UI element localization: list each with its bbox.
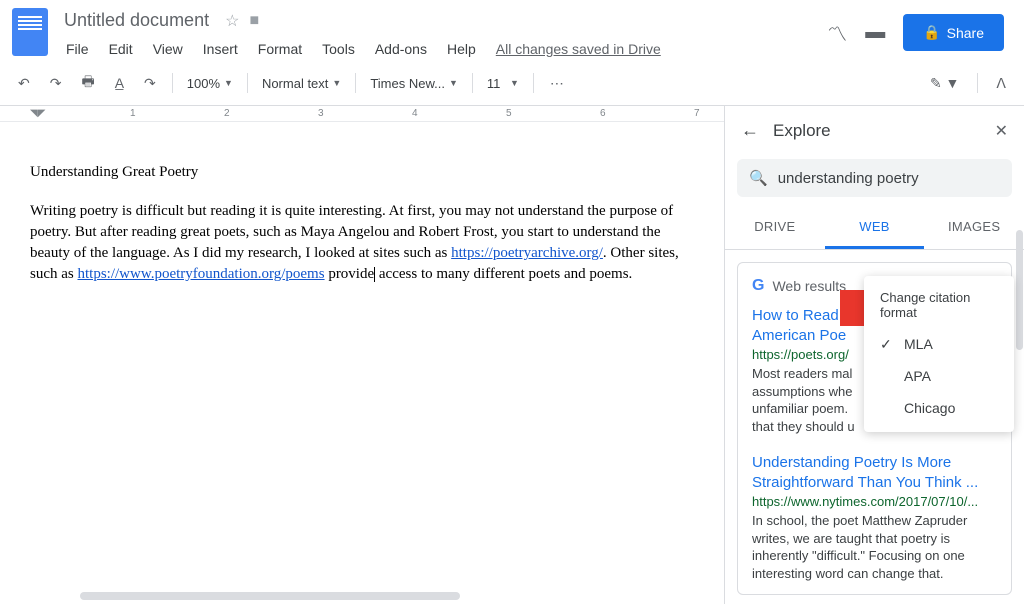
explore-search-input[interactable] xyxy=(778,170,1000,187)
collapse-toolbar-button[interactable]: ᐱ xyxy=(988,69,1014,98)
edit-mode-button[interactable]: ✎ ▼ xyxy=(922,69,967,98)
tab-web[interactable]: WEB xyxy=(825,207,925,249)
print-button[interactable]: 🖶 xyxy=(73,65,102,101)
lock-icon: 🔒 xyxy=(923,24,940,41)
explore-search-box[interactable]: 🔍 xyxy=(737,159,1012,197)
horizontal-scrollbar[interactable] xyxy=(80,592,460,600)
paint-format-button[interactable]: ↷ xyxy=(136,69,164,98)
menu-help[interactable]: Help xyxy=(439,37,484,61)
result-title[interactable]: Understanding Poetry Is More Straightfor… xyxy=(752,453,997,492)
activity-trend-icon[interactable]: 〽 xyxy=(827,18,847,47)
vertical-scrollbar[interactable] xyxy=(1016,230,1023,350)
zoom-dropdown[interactable]: 100%▼ xyxy=(181,72,239,95)
redo-button[interactable]: ↷ xyxy=(42,69,70,98)
tab-drive[interactable]: DRIVE xyxy=(725,207,825,249)
explore-tabs: DRIVE WEB IMAGES xyxy=(725,207,1024,250)
citation-option-mla[interactable]: MLA xyxy=(864,328,1014,360)
explore-panel: ← Explore ✕ 🔍 DRIVE WEB IMAGES G Web res… xyxy=(724,106,1024,604)
document-title[interactable]: Untitled document xyxy=(58,8,215,33)
citation-format-menu: Change citation format MLA APA Chicago xyxy=(864,276,1014,432)
menu-edit[interactable]: Edit xyxy=(101,37,141,61)
comments-icon[interactable]: ▬ xyxy=(865,21,885,44)
share-button[interactable]: 🔒 Share xyxy=(903,14,1004,51)
explore-back-icon[interactable]: ← xyxy=(741,120,759,141)
result-snippet: In school, the poet Matthew Zapruder wri… xyxy=(752,512,997,582)
menu-tools[interactable]: Tools xyxy=(314,37,363,61)
citation-option-chicago[interactable]: Chicago xyxy=(864,392,1014,424)
doc-link-2[interactable]: https://www.poetryfoundation.org/poems xyxy=(78,266,325,282)
menu-insert[interactable]: Insert xyxy=(195,37,246,61)
star-icon[interactable]: ☆ xyxy=(225,11,239,31)
results-label: Web results xyxy=(772,278,846,294)
font-dropdown[interactable]: Times New...▼ xyxy=(364,72,464,95)
citation-option-apa[interactable]: APA xyxy=(864,360,1014,392)
search-result[interactable]: Understanding Poetry Is More Straightfor… xyxy=(752,453,997,582)
docs-app-icon[interactable] xyxy=(12,8,48,56)
document-page[interactable]: Understanding Great Poetry Writing poetr… xyxy=(0,122,724,325)
share-label: Share xyxy=(947,25,984,41)
save-status[interactable]: All changes saved in Drive xyxy=(488,37,669,61)
explore-close-icon[interactable]: ✕ xyxy=(995,121,1008,141)
doc-paragraph[interactable]: Writing poetry is difficult but reading … xyxy=(30,201,694,285)
document-area[interactable]: ◥◤ 1 2 3 4 5 6 7 Understanding Great Poe… xyxy=(0,106,724,604)
menu-view[interactable]: View xyxy=(145,37,191,61)
ruler[interactable]: ◥◤ 1 2 3 4 5 6 7 xyxy=(0,106,724,122)
google-logo-icon: G xyxy=(752,277,764,295)
more-toolbar-button[interactable]: ⋯ xyxy=(542,69,572,98)
search-icon: 🔍 xyxy=(749,169,768,187)
move-folder-icon[interactable]: ■ xyxy=(249,12,259,30)
menu-addons[interactable]: Add-ons xyxy=(367,37,435,61)
tab-images[interactable]: IMAGES xyxy=(924,207,1024,249)
menu-bar: File Edit View Insert Format Tools Add-o… xyxy=(58,37,827,61)
spellcheck-button[interactable]: A̲ xyxy=(107,69,132,97)
explore-title: Explore xyxy=(773,121,981,141)
doc-heading[interactable]: Understanding Great Poetry xyxy=(30,162,694,183)
menu-format[interactable]: Format xyxy=(250,37,310,61)
undo-button[interactable]: ↶ xyxy=(10,69,38,98)
doc-link-1[interactable]: https://poetryarchive.org/ xyxy=(451,245,603,261)
style-dropdown[interactable]: Normal text▼ xyxy=(256,72,347,95)
citation-menu-header: Change citation format xyxy=(864,284,1014,328)
font-size-dropdown[interactable]: 11▼ xyxy=(481,72,525,95)
toolbar: ↶ ↷ 🖶 A̲ ↷ 100%▼ Normal text▼ Times New.… xyxy=(0,61,1024,106)
result-url: https://www.nytimes.com/2017/07/10/... xyxy=(752,494,997,509)
menu-file[interactable]: File xyxy=(58,37,97,61)
